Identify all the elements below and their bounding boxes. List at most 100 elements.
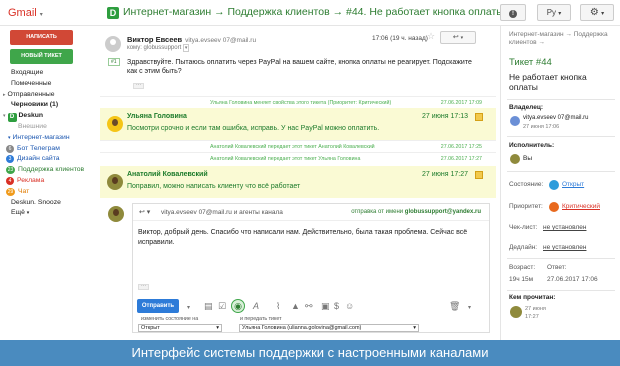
message-body: Здравствуйте. Пытаюсь оплатить через Pay… <box>127 59 472 75</box>
gmail-label: Gmail <box>8 7 37 19</box>
avatar <box>105 36 121 52</box>
message-number-tag: #1 <box>108 58 120 66</box>
note-icon[interactable] <box>475 171 483 179</box>
chevron-down-icon: ▾ <box>216 325 219 331</box>
gmail-logo[interactable]: Gmail ▾ <box>8 7 43 19</box>
sidebar-item-label: Чат <box>18 187 30 195</box>
composer-body[interactable]: Виктор, добрый день. Спасибо что написал… <box>138 228 478 248</box>
collapse-arrow-icon: ▸ <box>3 91 6 98</box>
ticket-subject: Не работает кнопка оплаты <box>509 72 587 92</box>
caption-banner: Интерфейс системы поддержки с настроенны… <box>0 340 620 366</box>
sidebar-item-drafts[interactable]: Черновики (1) <box>0 100 88 111</box>
composer-header: ↩ ▾ vitya.evseev 07@mail.ru и агенты кан… <box>133 204 489 221</box>
compose-button[interactable]: НАПИСАТЬ <box>10 30 73 45</box>
assign-select[interactable]: Ульяна Головина (ulianna.golovina@gmail.… <box>239 324 419 332</box>
new-ticket-button[interactable]: НОВЫЙ ТИКЕТ <box>10 49 73 64</box>
thread-title: D Интернет-магазин → Поддержка клиентов →… <box>107 6 504 19</box>
reply-type-select[interactable]: ↩ ▾ <box>139 208 150 216</box>
status-value[interactable]: Открыт <box>562 181 584 188</box>
sidebar-item-label: Помеченные <box>11 79 52 87</box>
more-options-icon[interactable]: ▾ <box>468 302 471 314</box>
language-select[interactable]: Ру ▾ <box>537 4 571 21</box>
priority-value[interactable]: Критический <box>562 203 600 210</box>
chevron-down-icon[interactable]: ▾ <box>187 302 190 314</box>
trash-icon[interactable]: 🗑 <box>449 300 460 312</box>
status-select-value: Открыт <box>141 325 160 331</box>
checklist-icon[interactable]: ☑ <box>218 300 226 312</box>
chevron-down-icon: ▾ <box>413 325 416 331</box>
attach-icon[interactable]: ⌇ <box>276 300 280 312</box>
insert-link-icon[interactable]: ⚯ <box>305 300 313 312</box>
status-select[interactable]: Открыт ▾ <box>138 324 222 332</box>
age-label: Возраст: <box>509 264 536 271</box>
deadline-value[interactable]: не установлен <box>543 244 586 251</box>
count-badge: 23 <box>6 166 15 175</box>
checklist-label: Чек-лист: <box>509 224 538 231</box>
sidebar-item-external[interactable]: Внешние <box>0 122 88 133</box>
sidebar-item-chat[interactable]: 29 Чат <box>0 187 88 198</box>
sidebar-item-deskun[interactable]: ▾ D Deskun <box>0 111 88 123</box>
format-text-icon[interactable]: A <box>253 300 259 312</box>
show-trimmed-button[interactable]: ··· <box>133 83 144 89</box>
reply-button[interactable]: ↩ ▾ <box>440 31 476 44</box>
breadcrumb[interactable]: Интернет-магазин → Поддержка клиентов → <box>509 31 617 47</box>
note-text: Посмотри срочно и если там ошибка, испра… <box>127 125 380 132</box>
owner-label: Владелец: <box>509 104 543 111</box>
assignee-avatar <box>510 154 520 164</box>
system-event-text: Ульяна Головина меняет свойства этого ти… <box>210 100 392 106</box>
sidebar: НАПИСАТЬ НОВЫЙ ТИКЕТ Входящие Помеченные… <box>0 26 88 340</box>
sidebar-item-label: Deskun. Snooze <box>11 198 61 206</box>
dollar-icon[interactable]: $ <box>334 300 339 312</box>
divider <box>507 171 615 172</box>
composer-footer: изменить состояние на Открыт ▾ и передат… <box>133 316 489 333</box>
checklist-value[interactable]: не установлен <box>543 224 586 231</box>
show-trimmed-button[interactable]: ··· <box>138 284 149 290</box>
note-icon[interactable] <box>475 113 483 121</box>
sidebar-item-label: Дизайн сайта <box>17 155 60 163</box>
info-button[interactable]: ! <box>500 4 526 21</box>
star-icon[interactable]: ☆ <box>427 31 435 42</box>
sidebar-item-site-design[interactable]: 3 Дизайн сайта <box>0 154 88 165</box>
divider <box>507 99 615 100</box>
chevron-down-icon: ▾ <box>26 210 30 217</box>
sidebar-item-telegram-bot[interactable]: 6 Бот Телеграм <box>0 144 88 155</box>
sidebar-item-inbox[interactable]: Входящие <box>0 68 88 79</box>
assignee-name[interactable]: Вы <box>523 155 532 162</box>
internal-note: Анатолий Ковалевский Поправил, можно нап… <box>100 166 496 198</box>
count-badge: 29 <box>6 187 15 196</box>
composer-toolbar: Отправить ▾ ▤ ☑ ◉ A ⌇ ▲ ⚯ ▣ $ ☺ 🗑 ▾ <box>133 296 489 316</box>
sidebar-nav: Входящие Помеченные ▸ Отправленные Чернов… <box>0 68 88 219</box>
sidebar-item-label: Отправленные <box>7 90 55 98</box>
drive-icon[interactable]: ▲ <box>291 300 300 312</box>
composer-from: отправка от имени globussupport@yandex.r… <box>351 209 481 215</box>
insert-template-icon[interactable]: ▤ <box>204 300 213 312</box>
sidebar-item-snooze[interactable]: Deskun. Snooze <box>0 198 88 209</box>
thread-title-text: Интернет-магазин → Поддержка клиентов → … <box>123 6 504 18</box>
divider <box>507 258 615 259</box>
count-badge: 4 <box>6 176 14 185</box>
insert-photo-icon[interactable]: ▣ <box>321 300 330 312</box>
composer-recipients[interactable]: vitya.evseev 07@mail.ru и агенты канала <box>161 209 283 216</box>
note-author: Анатолий Ковалевский <box>127 171 208 178</box>
sidebar-item-customer-support[interactable]: 23 Поддержка клиентов <box>0 165 88 176</box>
owner-email[interactable]: vitya.evseev 07@mail.ru <box>523 115 588 121</box>
sidebar-item-ads[interactable]: 4 Реклама <box>0 176 88 187</box>
deskun-logo-icon: D <box>107 7 119 19</box>
reply-icon: ↩ <box>452 34 459 41</box>
settings-button[interactable]: ⚙ ▾ <box>580 4 614 21</box>
send-button[interactable]: Отправить <box>137 299 179 313</box>
sidebar-item-sent[interactable]: ▸ Отправленные <box>0 90 88 101</box>
gear-icon: ⚙ <box>589 7 599 18</box>
sidebar-item-starred[interactable]: Помеченные <box>0 79 88 90</box>
internal-note-eye-icon[interactable]: ◉ <box>231 299 245 313</box>
system-event-date: 27.06.2017 17:27 <box>440 156 482 162</box>
sidebar-item-more[interactable]: Ещё ▾ <box>0 208 88 219</box>
owner-date: 27 июня 17:06 <box>523 124 560 130</box>
system-event-text: Анатолий Ковалевский передает этот тикет… <box>210 156 361 162</box>
emoji-icon[interactable]: ☺ <box>345 300 354 312</box>
sidebar-item-shop[interactable]: ▾ Интернет-магазин <box>0 133 88 144</box>
response-label: Ответ: <box>547 264 567 271</box>
system-event-text: Анатолий Ковалевский передает этот тикет… <box>210 144 375 150</box>
chevron-down-icon: ▾ <box>601 11 605 17</box>
recipient-line[interactable]: кому: globussupport ▾ <box>127 44 190 52</box>
